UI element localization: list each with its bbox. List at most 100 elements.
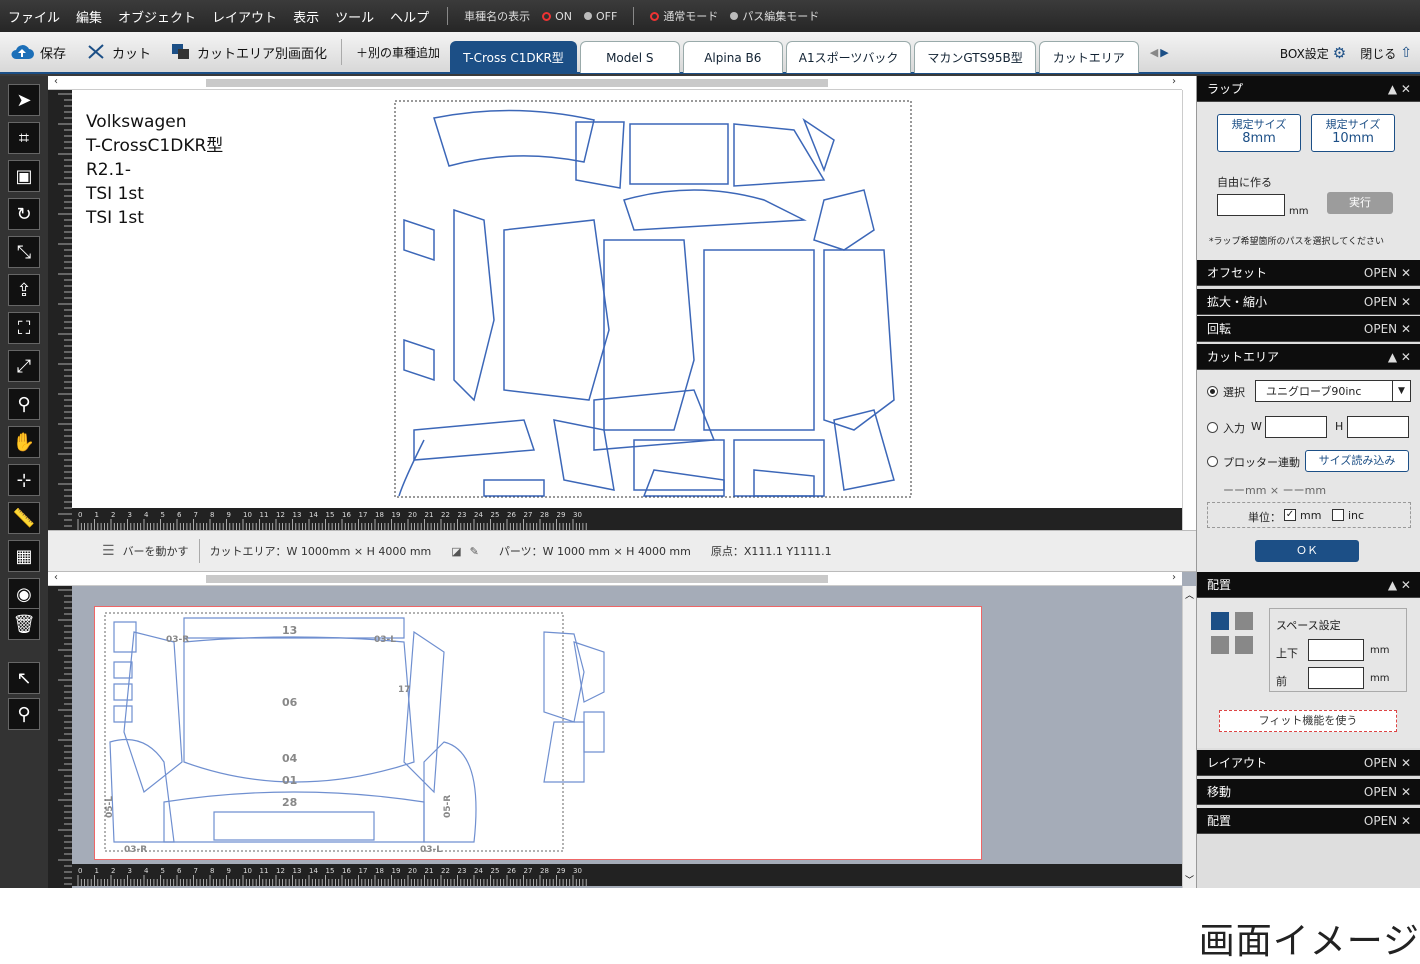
cut-area-select[interactable]: ユニグローブ90inc ▼ — [1255, 380, 1411, 402]
unit-inc-checkbox[interactable] — [1332, 509, 1344, 521]
cut-area-panel-header[interactable]: カットエリア ▲ ✕ — [1197, 344, 1420, 370]
target-tool-icon[interactable]: ◉ — [8, 578, 40, 610]
cut-button[interactable]: カット — [76, 31, 161, 73]
tab-model-s[interactable]: Model S — [579, 41, 680, 73]
scroll-right-icon[interactable]: › — [1172, 572, 1176, 583]
move-open-toggle[interactable]: OPEN ✕ — [1364, 785, 1411, 799]
scale-open-toggle[interactable]: OPEN ✕ — [1364, 295, 1411, 309]
direct-select-tool-icon[interactable]: ↖ — [8, 662, 40, 694]
free-size-input[interactable] — [1217, 194, 1285, 216]
tab-a1-sportback[interactable]: A1スポーツバック — [785, 41, 912, 73]
cut-area-window-button[interactable]: カットエリア別画面化 — [161, 31, 337, 73]
select-tool-icon[interactable]: ➤ — [8, 84, 40, 116]
hand-tool-icon[interactable]: ✋ — [8, 426, 40, 458]
collapse-close-icon[interactable]: ▲ ✕ — [1388, 350, 1411, 364]
rotate-panel-header[interactable]: 回転 OPEN ✕ — [1197, 316, 1420, 342]
front-input[interactable] — [1308, 667, 1364, 689]
pin-tool-icon[interactable]: ⚲ — [8, 388, 40, 420]
tab-scroll-left-icon[interactable]: ◀ — [1150, 46, 1158, 59]
menu-view[interactable]: 表示 — [285, 7, 327, 26]
box-settings-button[interactable]: BOX設定 ⚙ — [1280, 44, 1346, 62]
scale-panel-header[interactable]: 拡大・縮小 OPEN ✕ — [1197, 289, 1420, 315]
upper-scroll-thumb[interactable] — [206, 79, 828, 87]
scroll-left-icon[interactable]: ‹ — [54, 572, 58, 583]
model-name-on-toggle[interactable]: ON — [536, 10, 578, 23]
height-input[interactable] — [1347, 416, 1409, 438]
offset-panel-header[interactable]: オフセット OPEN ✕ — [1197, 260, 1420, 286]
upper-h-scrollbar[interactable]: ‹ › — [48, 76, 1182, 90]
arrange-open-toggle[interactable]: OPEN ✕ — [1364, 814, 1411, 828]
placement-panel-header[interactable]: 配置 ▲ ✕ — [1197, 572, 1420, 598]
tab-t-cross[interactable]: T-Cross C1DKR型 — [450, 41, 577, 73]
menu-help[interactable]: ヘルプ — [382, 7, 437, 26]
fit-frame-tool-icon[interactable]: ⛶ — [8, 312, 40, 344]
scroll-up-icon[interactable]: ︿ — [1185, 588, 1194, 601]
close-button[interactable]: 閉じる ⇧ — [1360, 45, 1412, 62]
tab-scroll-right-icon[interactable]: ▶ — [1160, 46, 1168, 59]
normal-mode-toggle[interactable]: 通常モード — [644, 8, 724, 24]
lower-v-scrollbar[interactable]: ︿ ﹀ — [1182, 586, 1196, 888]
offset-open-toggle[interactable]: OPEN ✕ — [1364, 266, 1411, 280]
add-model-button[interactable]: ＋別の車種追加 — [346, 31, 450, 73]
menu-tools[interactable]: ツール — [327, 7, 382, 26]
scroll-left-icon[interactable]: ‹ — [54, 76, 58, 87]
origin-tool-icon[interactable]: ⊹ — [8, 464, 40, 496]
placement-bottom-right-icon[interactable] — [1235, 636, 1253, 654]
move-bar-handle[interactable]: ☰ バーを動かす — [92, 543, 199, 559]
arrange-panel-title: 配置 — [1207, 814, 1232, 828]
path-node-tool-icon[interactable]: ⤡ — [8, 236, 40, 268]
upper-horizontal-ruler: 0 1 2 3 4 5 6 7 8 9 10 11 12 13 14 15 16 17 18 19 20 21 22 23 24… — [72, 508, 1182, 530]
layout-panel-header[interactable]: レイアウト OPEN ✕ — [1197, 750, 1420, 776]
bounding-box-tool-icon[interactable]: ⌗ — [8, 122, 40, 154]
top-bottom-input[interactable] — [1308, 639, 1364, 661]
chevron-down-icon[interactable]: ▼ — [1392, 381, 1410, 401]
menu-file[interactable]: ファイル — [0, 7, 68, 26]
lower-scroll-thumb[interactable] — [206, 575, 828, 583]
model-name-off-toggle[interactable]: OFF — [578, 10, 623, 23]
plotter-radio[interactable] — [1207, 456, 1218, 467]
arrange-tool-icon[interactable]: ▣ — [8, 160, 40, 192]
zoom-tool-icon[interactable]: ⚲ — [8, 698, 40, 730]
run-button[interactable]: 実行 — [1327, 192, 1393, 214]
wrap-panel-header[interactable]: ラップ ▲ ✕ — [1197, 76, 1420, 102]
tab-macan-gts[interactable]: マカンGTS95B型 — [914, 41, 1036, 73]
vehicle-model: T-CrossC1DKR型 — [86, 136, 224, 156]
menu-object[interactable]: オブジェクト — [110, 7, 204, 26]
export-tool-icon[interactable]: ⇪ — [8, 274, 40, 306]
save-button[interactable]: 保存 — [0, 31, 76, 73]
path-edit-mode-toggle[interactable]: パス編集モード — [724, 8, 825, 24]
menu-layout[interactable]: レイアウト — [204, 7, 285, 26]
layout-open-toggle[interactable]: OPEN ✕ — [1364, 756, 1411, 770]
preset-size-8mm-button[interactable]: 規定サイズ 8mm — [1217, 114, 1301, 152]
tab-alpina-b6[interactable]: Alpina B6 — [682, 41, 783, 73]
scroll-down-icon[interactable]: ﹀ — [1185, 873, 1194, 886]
collapse-close-icon[interactable]: ▲ ✕ — [1388, 82, 1411, 96]
collapse-close-icon[interactable]: ▲ ✕ — [1388, 578, 1411, 592]
width-input[interactable] — [1265, 416, 1327, 438]
grid-tool-icon[interactable]: ▦ — [8, 540, 40, 572]
menu-edit[interactable]: 編集 — [68, 7, 110, 26]
ruler-tool-icon[interactable]: 📏 — [8, 502, 40, 534]
placement-top-left-icon[interactable] — [1211, 612, 1229, 630]
trash-icon[interactable]: 🗑 — [8, 608, 40, 640]
car-pattern-drawing[interactable] — [394, 100, 912, 498]
ok-button[interactable]: ＯＫ — [1255, 540, 1359, 562]
scroll-right-icon[interactable]: › — [1172, 76, 1176, 87]
placement-top-right-icon[interactable] — [1235, 612, 1253, 630]
fit-function-button[interactable]: フィット機能を使う — [1219, 710, 1397, 732]
move-panel-header[interactable]: 移動 OPEN ✕ — [1197, 779, 1420, 805]
arrange-panel-header[interactable]: 配置 OPEN ✕ — [1197, 808, 1420, 834]
tab-cut-area[interactable]: カットエリア — [1038, 41, 1139, 73]
input-radio[interactable] — [1207, 422, 1218, 433]
resize-tool-icon[interactable]: ⤢ — [8, 350, 40, 382]
read-size-button[interactable]: サイズ読み込み — [1305, 450, 1409, 472]
unit-mm-checkbox[interactable]: ✓ — [1284, 509, 1296, 521]
select-radio[interactable] — [1207, 386, 1218, 397]
upper-v-scrollbar[interactable] — [1182, 90, 1196, 530]
lower-h-scrollbar[interactable]: ‹ › — [48, 572, 1182, 586]
rotate-tool-icon[interactable]: ↻ — [8, 198, 40, 230]
preset-size-10mm-button[interactable]: 規定サイズ 10mm — [1311, 114, 1395, 152]
placement-bottom-left-icon[interactable] — [1211, 636, 1229, 654]
nested-parts-drawing[interactable]: 13 06 04 01 28 03-R 03-L 05-L 05-R 03-R … — [104, 612, 614, 856]
rotate-open-toggle[interactable]: OPEN ✕ — [1364, 322, 1411, 336]
